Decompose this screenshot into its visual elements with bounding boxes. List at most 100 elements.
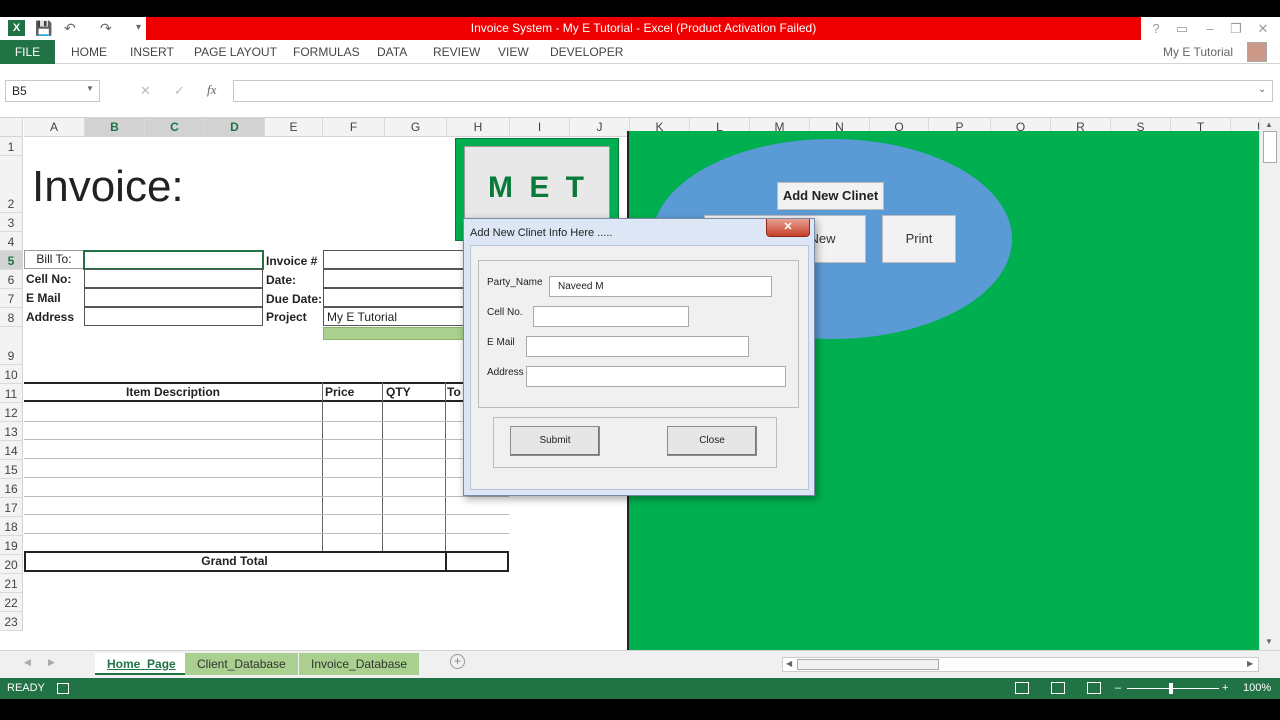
next-sheet-icon[interactable]: ▶	[48, 657, 55, 668]
tab-client-database[interactable]: Client_Database	[185, 653, 298, 675]
tab-developer[interactable]: DEVELOPER	[550, 40, 623, 64]
row-header-18[interactable]: 18	[0, 517, 23, 536]
tab-page-layout[interactable]: PAGE LAYOUT	[194, 40, 277, 64]
cell-no-input[interactable]	[533, 306, 689, 327]
column-header-i[interactable]: I	[510, 118, 570, 137]
email-value-cell[interactable]	[84, 288, 263, 307]
address-value-cell[interactable]	[84, 307, 263, 326]
avatar[interactable]	[1247, 42, 1267, 62]
formula-input[interactable]	[233, 80, 1273, 102]
table-row[interactable]	[24, 495, 509, 497]
dialog-close-button[interactable]: ✕	[766, 219, 810, 237]
tab-home-page[interactable]: Home_Page	[95, 653, 188, 675]
column-header-b[interactable]: B	[85, 118, 145, 137]
date-value-cell[interactable]	[323, 269, 465, 288]
zoom-slider[interactable]	[1127, 688, 1219, 689]
tab-home[interactable]: HOME	[71, 40, 107, 64]
normal-view-icon[interactable]	[1015, 682, 1029, 694]
row-header-4[interactable]: 4	[0, 232, 23, 251]
table-row[interactable]	[24, 439, 509, 441]
help-icon[interactable]: ?	[1146, 17, 1166, 40]
row-header-20[interactable]: 20	[0, 555, 23, 574]
horizontal-scrollbar[interactable]: ◀ ▶	[782, 657, 1259, 672]
table-row[interactable]	[24, 514, 509, 516]
row-header-13[interactable]: 13	[0, 422, 23, 441]
tab-file[interactable]: FILE	[0, 40, 55, 64]
invoice-no-value-cell[interactable]	[323, 250, 465, 269]
table-row[interactable]	[24, 458, 509, 460]
table-row[interactable]	[24, 532, 509, 534]
expand-formula-icon[interactable]: ⌄	[1258, 84, 1266, 95]
column-header-d[interactable]: D	[205, 118, 265, 137]
print-shape[interactable]: Print	[882, 215, 956, 263]
page-layout-view-icon[interactable]	[1051, 682, 1065, 694]
cancel-icon[interactable]: ✕	[140, 83, 151, 99]
scroll-down-icon[interactable]: ▼	[1265, 637, 1273, 646]
tab-insert[interactable]: INSERT	[130, 40, 174, 64]
row-header-14[interactable]: 14	[0, 441, 23, 460]
insert-function-icon[interactable]: fx	[207, 82, 216, 98]
table-row[interactable]	[24, 420, 509, 422]
tab-invoice-database[interactable]: Invoice_Database	[299, 653, 420, 675]
close-button[interactable]: Close	[667, 426, 757, 456]
new-sheet-icon[interactable]: +	[450, 654, 465, 669]
row-header-5[interactable]: 5	[0, 251, 23, 270]
selected-cell-b5[interactable]	[83, 250, 264, 270]
prev-sheet-icon[interactable]: ◀	[24, 657, 31, 668]
row-header-1[interactable]: 1	[0, 137, 23, 156]
row-header-19[interactable]: 19	[0, 536, 23, 555]
row-header-23[interactable]: 23	[0, 612, 23, 631]
ribbon-display-icon[interactable]: ▭	[1172, 17, 1192, 40]
submit-button[interactable]: Submit	[510, 426, 600, 456]
column-header-e[interactable]: E	[265, 118, 323, 137]
zoom-out-icon[interactable]: –	[1115, 678, 1121, 699]
scroll-left-icon[interactable]: ◀	[786, 659, 792, 668]
column-header-f[interactable]: F	[323, 118, 385, 137]
grand-total-value-cell[interactable]	[445, 551, 447, 572]
tab-view[interactable]: VIEW	[498, 40, 529, 64]
horizontal-scroll-thumb[interactable]	[797, 659, 939, 670]
party-name-input[interactable]: Naveed M	[549, 276, 772, 297]
column-header-h[interactable]: H	[447, 118, 510, 137]
zoom-level[interactable]: 100%	[1243, 678, 1271, 699]
scroll-right-icon[interactable]: ▶	[1247, 659, 1253, 668]
add-new-client-shape[interactable]: Add New Clinet	[777, 182, 884, 210]
address-input[interactable]	[526, 366, 786, 387]
vertical-scroll-thumb[interactable]	[1263, 131, 1277, 163]
page-break-view-icon[interactable]	[1087, 682, 1101, 694]
email-input[interactable]	[526, 336, 749, 357]
row-header-21[interactable]: 21	[0, 574, 23, 593]
row-header-9[interactable]: 9	[0, 327, 23, 365]
row-header-22[interactable]: 22	[0, 593, 23, 612]
cell-no-value-cell[interactable]	[84, 269, 263, 288]
row-header-8[interactable]: 8	[0, 308, 23, 327]
enter-icon[interactable]: ✓	[174, 83, 185, 99]
table-row[interactable]	[24, 476, 509, 478]
column-header-g[interactable]: G	[385, 118, 447, 137]
zoom-slider-thumb[interactable]	[1169, 683, 1173, 694]
tab-review[interactable]: REVIEW	[433, 40, 480, 64]
minimize-icon[interactable]: –	[1200, 17, 1220, 40]
row-header-12[interactable]: 12	[0, 403, 23, 422]
redo-icon[interactable]: ↷	[100, 19, 112, 37]
select-all-corner[interactable]	[0, 118, 23, 137]
row-header-15[interactable]: 15	[0, 460, 23, 479]
row-header-16[interactable]: 16	[0, 479, 23, 498]
row-header-3[interactable]: 3	[0, 213, 23, 232]
tab-formulas[interactable]: FORMULAS	[293, 40, 360, 64]
zoom-in-icon[interactable]: +	[1222, 678, 1228, 699]
row-header-11[interactable]: 11	[0, 384, 23, 403]
row-header-6[interactable]: 6	[0, 270, 23, 289]
customize-qat-icon[interactable]: ▾	[136, 19, 141, 37]
due-date-value-cell[interactable]	[323, 288, 465, 307]
row-header-2[interactable]: 2	[0, 156, 23, 213]
column-header-a[interactable]: A	[24, 118, 85, 137]
column-header-j[interactable]: J	[570, 118, 630, 137]
save-icon[interactable]: 💾	[35, 19, 52, 37]
tab-data[interactable]: DATA	[377, 40, 407, 64]
vertical-scrollbar[interactable]: ▲ ▼	[1259, 118, 1280, 650]
close-window-icon[interactable]: ✕	[1252, 17, 1274, 40]
column-header-c[interactable]: C	[145, 118, 205, 137]
undo-icon[interactable]: ↶	[64, 19, 76, 37]
row-header-7[interactable]: 7	[0, 289, 23, 308]
